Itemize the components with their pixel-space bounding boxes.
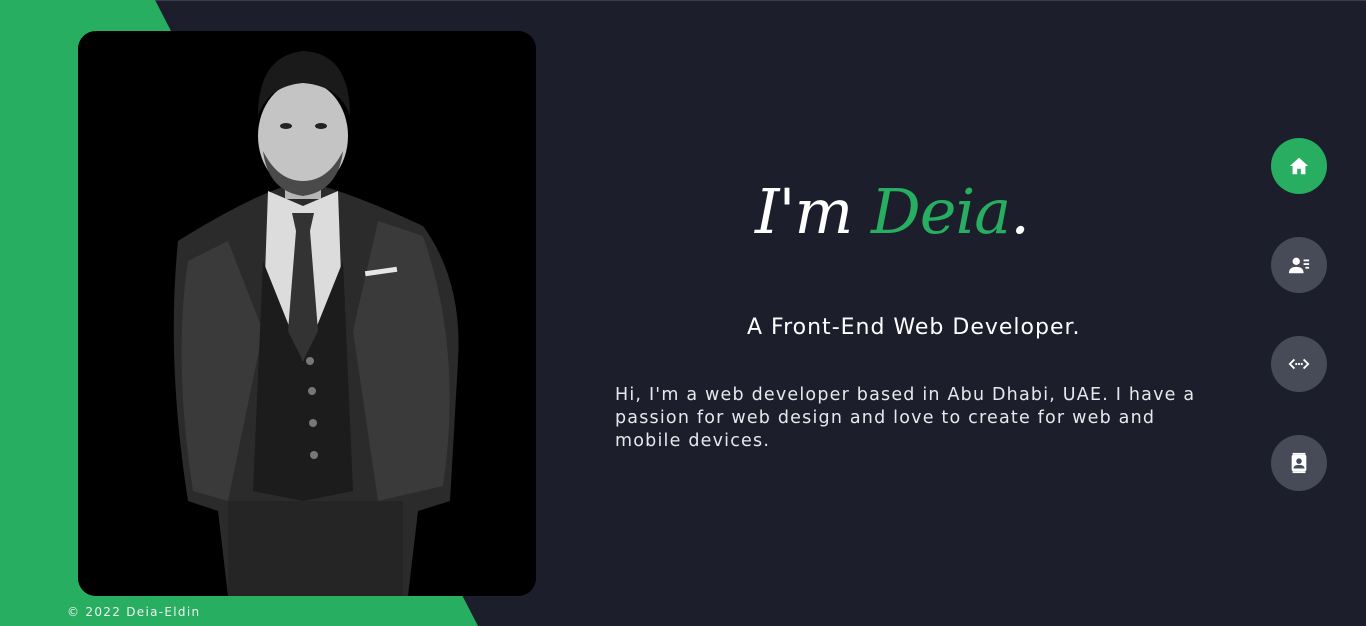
role-subtitle: A Front-End Web Developer. [747,315,1081,340]
hero-intro: I'm [755,175,853,248]
contact-icon [1291,452,1307,474]
nav-projects-button[interactable] [1271,336,1327,392]
home-icon [1289,157,1309,175]
copyright-footer: © 2022 Deia-Eldin [67,605,201,619]
bio-paragraph: Hi, I'm a web developer based in Abu Dha… [615,385,1196,451]
code-icon [1288,358,1310,370]
hero-name: Deia [871,175,1011,248]
hero-title: I'm Deia. [755,162,1115,262]
nav-about-button[interactable] [1271,237,1327,293]
hero-dot: . [1010,175,1030,248]
about-icon [1288,257,1310,274]
nav-contact-button[interactable] [1271,435,1327,491]
person-portrait-image [78,31,536,596]
nav-home-button[interactable] [1271,138,1327,194]
side-navigation [1271,138,1327,534]
profile-photo [78,31,536,596]
